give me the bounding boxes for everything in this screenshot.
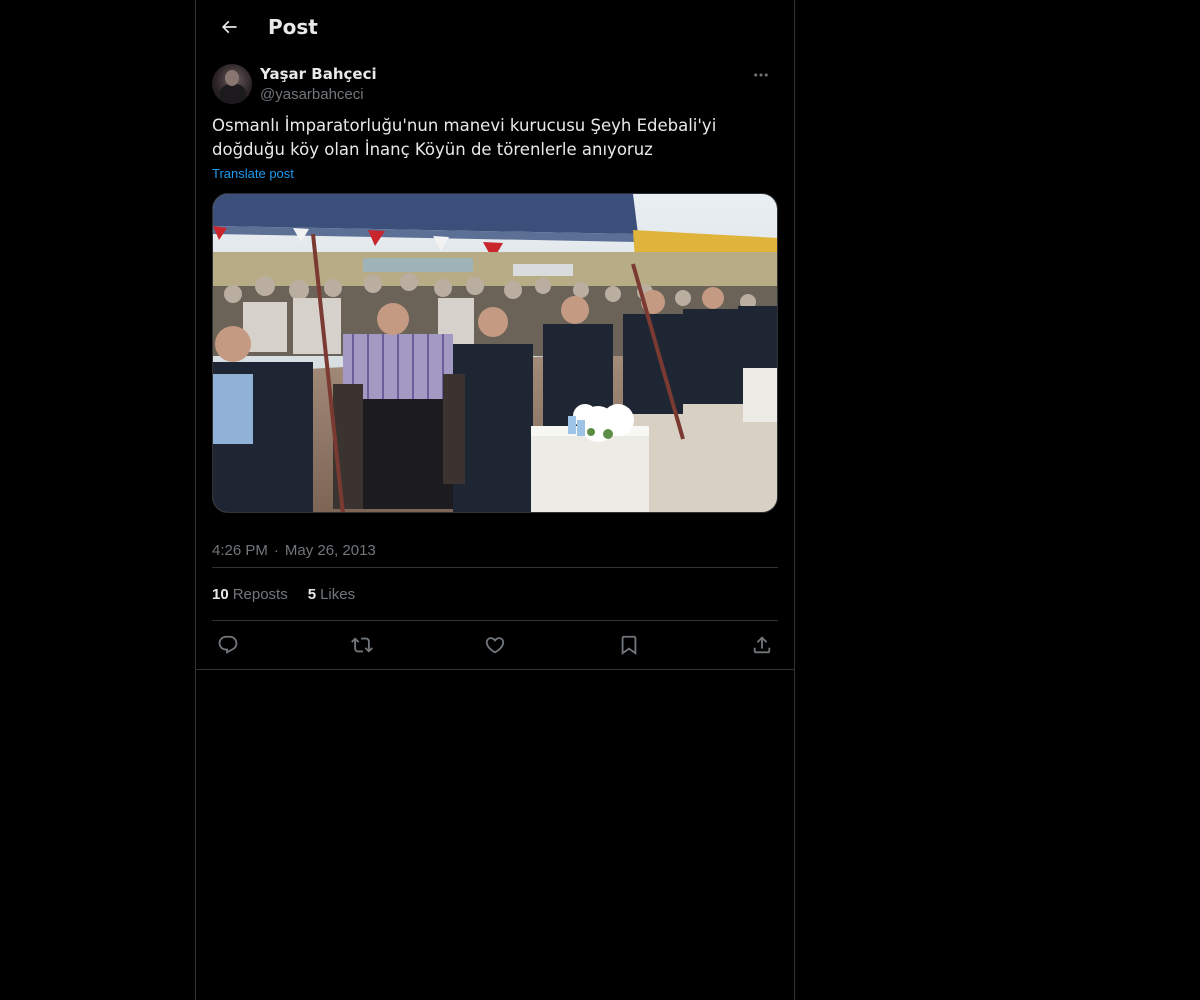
share-icon: [753, 636, 771, 654]
author-names: Yaşar Bahçeci @yasarbahceci: [260, 64, 377, 106]
back-button[interactable]: [212, 10, 246, 44]
back-arrow-icon: [221, 20, 237, 34]
reposts-stat[interactable]: 10 Reposts: [212, 586, 288, 603]
post-text: Osmanlı İmparatorluğu'nun manevi kurucus…: [212, 116, 717, 159]
main-column: Post Yaşar Bahçeci @yasarbahceci Osmanlı…: [195, 0, 795, 1000]
timestamp-separator: ·: [273, 541, 279, 559]
translate-post-link[interactable]: Translate post: [212, 166, 778, 181]
reply-icon: [218, 635, 238, 654]
post-bottom-border: [196, 669, 794, 670]
repost-icon: [350, 637, 373, 653]
reposts-label: Reposts: [232, 585, 288, 603]
author-display-name[interactable]: Yaşar Bahçeci: [260, 64, 377, 84]
avatar[interactable]: [212, 64, 252, 104]
repost-button[interactable]: [350, 633, 374, 657]
like-icon: [485, 637, 505, 654]
author-row: Yaşar Bahçeci @yasarbahceci: [212, 54, 778, 114]
post-timestamp: 4:26 PM · May 26, 2013: [212, 533, 778, 567]
bookmark-button[interactable]: [617, 633, 641, 657]
post-actions: [212, 621, 778, 669]
likes-label: Likes: [320, 585, 356, 603]
likes-count: 5: [307, 585, 317, 603]
top-bar: Post: [196, 0, 794, 54]
more-icon: [754, 73, 768, 77]
reposts-count: 10: [212, 585, 229, 603]
post-stats: 10 Reposts 5 Likes: [212, 568, 778, 620]
share-button[interactable]: [750, 633, 774, 657]
post-date[interactable]: May 26, 2013: [285, 542, 376, 559]
like-button[interactable]: [483, 633, 507, 657]
page-title: Post: [268, 15, 318, 39]
reply-button[interactable]: [216, 633, 240, 657]
post: Yaşar Bahçeci @yasarbahceci Osmanlı İmpa…: [196, 54, 794, 670]
post-time[interactable]: 4:26 PM: [212, 542, 268, 559]
author-handle[interactable]: @yasarbahceci: [260, 84, 377, 106]
ceremony-photo: [213, 194, 777, 512]
post-image[interactable]: [212, 193, 778, 513]
bookmark-icon: [621, 635, 636, 656]
likes-stat[interactable]: 5 Likes: [308, 586, 355, 603]
more-button[interactable]: [744, 58, 778, 92]
